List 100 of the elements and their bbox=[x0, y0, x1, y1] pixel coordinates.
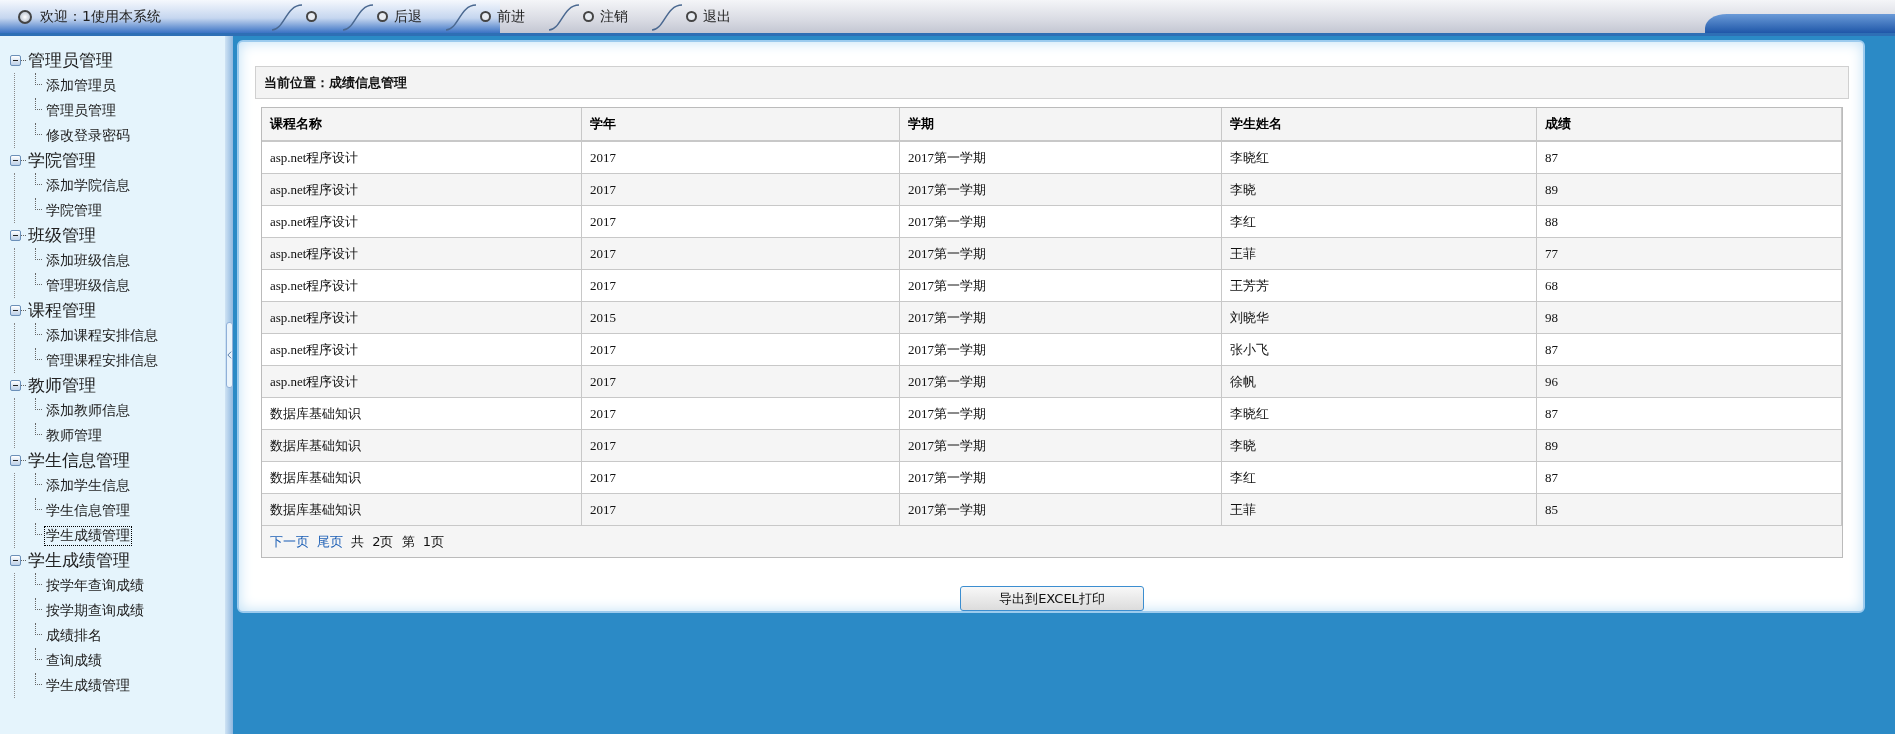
table-cell: 89 bbox=[1536, 173, 1842, 206]
table-cell: 2017第一学期 bbox=[899, 237, 1222, 270]
tree-item[interactable]: 教师管理 bbox=[44, 425, 104, 446]
circle-icon[interactable] bbox=[306, 11, 317, 22]
table-cell: 2017第一学期 bbox=[899, 205, 1222, 238]
table-cell: 96 bbox=[1536, 365, 1842, 398]
table-cell: 张小飞 bbox=[1221, 333, 1537, 366]
table-cell: asp.net程序设计 bbox=[262, 333, 582, 366]
pager-link[interactable]: 尾页 bbox=[317, 532, 343, 551]
tree-item[interactable]: 按学期查询成绩 bbox=[44, 600, 146, 621]
tab-separator-icon bbox=[341, 2, 375, 31]
collapse-toggle-icon[interactable] bbox=[10, 380, 21, 391]
table-cell: asp.net程序设计 bbox=[262, 173, 582, 206]
nav-link[interactable]: 前进 bbox=[480, 7, 547, 26]
table-cell: 2017第一学期 bbox=[899, 429, 1222, 462]
table-cell: asp.net程序设计 bbox=[262, 301, 582, 334]
table-cell: 2017 bbox=[581, 205, 900, 238]
tree-group-label[interactable]: 学生信息管理 bbox=[28, 449, 130, 472]
table-cell: 2017第一学期 bbox=[899, 493, 1222, 526]
table-cell: 刘晓华 bbox=[1221, 301, 1537, 334]
tree-group-label[interactable]: 教师管理 bbox=[28, 374, 96, 397]
collapse-toggle-icon[interactable] bbox=[10, 455, 21, 466]
table-cell: 2017第一学期 bbox=[899, 269, 1222, 302]
table-cell: 2017第一学期 bbox=[899, 333, 1222, 366]
table-cell: 2017第一学期 bbox=[899, 301, 1222, 334]
table-cell: 王菲 bbox=[1221, 237, 1537, 270]
tab-separator-icon bbox=[547, 2, 581, 31]
welcome-text: 欢迎：1使用本系统 bbox=[40, 7, 161, 26]
tree-group-label[interactable]: 学生成绩管理 bbox=[28, 549, 130, 572]
collapse-toggle-icon[interactable] bbox=[10, 230, 21, 241]
table-cell: asp.net程序设计 bbox=[262, 237, 582, 270]
tree-item[interactable]: 管理班级信息 bbox=[44, 275, 132, 296]
tree-item[interactable]: 学生信息管理 bbox=[44, 500, 132, 521]
table-cell: 李晓 bbox=[1221, 173, 1537, 206]
nav-link[interactable]: 后退 bbox=[377, 7, 444, 26]
table-cell: asp.net程序设计 bbox=[262, 141, 582, 174]
table-cell: 2017第一学期 bbox=[899, 461, 1222, 494]
tree-item[interactable]: 成绩排名 bbox=[44, 625, 104, 646]
nav-link[interactable]: 退出 bbox=[686, 7, 753, 26]
collapse-toggle-icon[interactable] bbox=[10, 305, 21, 316]
table-cell: 87 bbox=[1536, 461, 1842, 494]
tree-item[interactable]: 查询成绩 bbox=[44, 650, 104, 671]
table-cell: 2015 bbox=[581, 301, 900, 334]
table-cell: 李晓 bbox=[1221, 429, 1537, 462]
table-cell: 88 bbox=[1536, 205, 1842, 238]
table-cell: 李红 bbox=[1221, 205, 1537, 238]
table-cell: 2017 bbox=[581, 429, 900, 462]
column-header: 成绩 bbox=[1536, 108, 1842, 141]
table-cell: 2017第一学期 bbox=[899, 365, 1222, 398]
table-cell: 2017 bbox=[581, 493, 900, 526]
table-cell: 2017 bbox=[581, 397, 900, 430]
collapse-handle[interactable] bbox=[225, 322, 233, 388]
export-button[interactable]: 导出到EXCEL打印 bbox=[960, 586, 1144, 611]
table-cell: asp.net程序设计 bbox=[262, 205, 582, 238]
table-cell: 数据库基础知识 bbox=[262, 493, 582, 526]
tree-item[interactable]: 学生成绩管理 bbox=[44, 675, 132, 696]
tree-item[interactable]: 管理课程安排信息 bbox=[44, 350, 160, 371]
nav-link[interactable]: 注销 bbox=[583, 7, 650, 26]
table-cell: 2017 bbox=[581, 333, 900, 366]
collapse-toggle-icon[interactable] bbox=[10, 55, 21, 66]
table-cell: 68 bbox=[1536, 269, 1842, 302]
tree-item[interactable]: 按学年查询成绩 bbox=[44, 575, 146, 596]
tree-item[interactable]: 学院管理 bbox=[44, 200, 104, 221]
collapse-toggle-icon[interactable] bbox=[10, 555, 21, 566]
page-info: 共 2页 第 1页 bbox=[351, 532, 444, 551]
tab-separator-icon bbox=[444, 2, 478, 31]
tab-separator-icon bbox=[270, 2, 304, 31]
tree-item[interactable]: 添加课程安排信息 bbox=[44, 325, 160, 346]
tree-group-label[interactable]: 班级管理 bbox=[28, 224, 96, 247]
table-cell: 98 bbox=[1536, 301, 1842, 334]
table-cell: 王芳芳 bbox=[1221, 269, 1537, 302]
collapse-toggle-icon[interactable] bbox=[10, 155, 21, 166]
table-cell: 77 bbox=[1536, 237, 1842, 270]
tree-item[interactable]: 添加教师信息 bbox=[44, 400, 132, 421]
tree-item[interactable]: 修改登录密码 bbox=[44, 125, 132, 146]
tab-separator-icon bbox=[650, 2, 684, 31]
table-cell: 李晓红 bbox=[1221, 141, 1537, 174]
tree-item[interactable]: 添加管理员 bbox=[44, 75, 118, 96]
table-cell: asp.net程序设计 bbox=[262, 365, 582, 398]
tree-item[interactable]: 学生成绩管理 bbox=[44, 525, 132, 546]
table-cell: 87 bbox=[1536, 141, 1842, 174]
tree-group-label[interactable]: 学院管理 bbox=[28, 149, 96, 172]
table-cell: 2017 bbox=[581, 237, 900, 270]
table-cell: 李红 bbox=[1221, 461, 1537, 494]
table-cell: 2017 bbox=[581, 461, 900, 494]
table-cell: 2017第一学期 bbox=[899, 173, 1222, 206]
table-cell: 85 bbox=[1536, 493, 1842, 526]
tree-group-label[interactable]: 管理员管理 bbox=[28, 49, 113, 72]
column-header: 学生姓名 bbox=[1221, 108, 1537, 141]
tree-item[interactable]: 添加学院信息 bbox=[44, 175, 132, 196]
table-cell: 2017第一学期 bbox=[899, 397, 1222, 430]
tree-item[interactable]: 添加学生信息 bbox=[44, 475, 132, 496]
tree-item[interactable]: 添加班级信息 bbox=[44, 250, 132, 271]
tree-group-label[interactable]: 课程管理 bbox=[28, 299, 96, 322]
pager-link[interactable]: 下一页 bbox=[270, 532, 309, 551]
table-cell: 2017第一学期 bbox=[899, 141, 1222, 174]
table-cell: 2017 bbox=[581, 269, 900, 302]
circle-icon bbox=[18, 9, 32, 24]
table-cell: 87 bbox=[1536, 333, 1842, 366]
tree-item[interactable]: 管理员管理 bbox=[44, 100, 118, 121]
